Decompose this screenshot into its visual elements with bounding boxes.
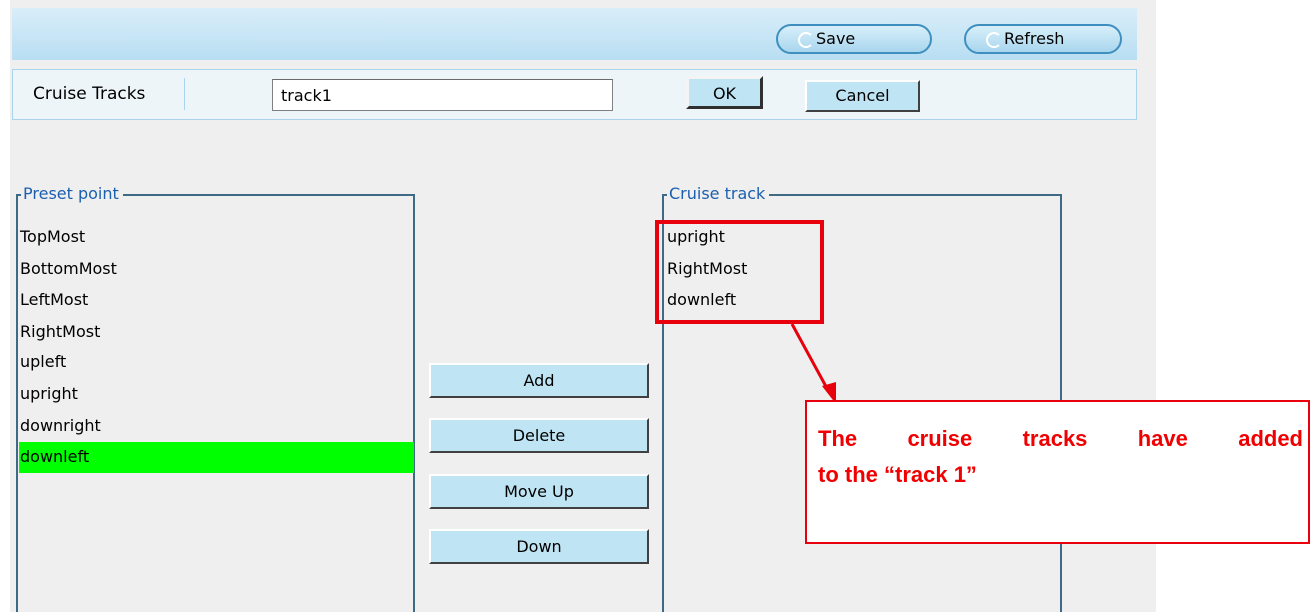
preset-item-upleft[interactable]: upleft (19, 347, 414, 378)
toolbar: Save Refresh (12, 8, 1137, 60)
annotation-arrow (790, 323, 836, 404)
cruise-tracks-row: Cruise Tracks OK Cancel (12, 69, 1137, 120)
cancel-button-label: Cancel (835, 86, 890, 105)
preset-point-group: Preset point TopMost BottomMost LeftMost… (16, 184, 415, 612)
cruise-tracks-label: Cruise Tracks (33, 84, 146, 104)
delete-button-label: Delete (512, 426, 566, 445)
move-down-button-label: Down (516, 537, 562, 556)
move-down-button[interactable]: Down (429, 529, 649, 564)
refresh-button-label: Refresh (1004, 29, 1065, 48)
ok-button-label: OK (712, 84, 737, 103)
preset-item-upright[interactable]: upright (19, 379, 414, 410)
refresh-spin-icon (798, 32, 814, 48)
preset-item-rightmost[interactable]: RightMost (19, 317, 414, 348)
save-button-label: Save (816, 29, 856, 48)
annotation-callout: The cruise tracks have added to the “tra… (805, 400, 1310, 544)
preset-item-topmost[interactable]: TopMost (19, 222, 414, 253)
add-button-label: Add (523, 371, 555, 390)
annotation-line-2: to the “track 1” (818, 462, 977, 487)
move-up-button[interactable]: Move Up (429, 474, 649, 509)
annotation-highlight-box (655, 220, 824, 324)
delete-button[interactable]: Delete (429, 418, 649, 453)
track-name-input[interactable] (272, 79, 613, 111)
annotation-line-1: The cruise tracks have added (818, 426, 1303, 451)
cancel-button[interactable]: Cancel (805, 80, 920, 112)
refresh-button[interactable]: Refresh (964, 24, 1122, 54)
save-button[interactable]: Save (776, 24, 932, 54)
preset-item-downleft-selected[interactable]: downleft (19, 442, 414, 473)
preset-point-legend: Preset point (21, 184, 123, 204)
preset-item-leftmost[interactable]: LeftMost (19, 285, 414, 316)
ok-button[interactable]: OK (686, 76, 763, 109)
refresh-spin-icon (986, 32, 1002, 48)
cruise-track-legend: Cruise track (667, 184, 770, 204)
cruise-tracks-caption: Cruise Tracks (21, 78, 185, 110)
preset-item-bottommost[interactable]: BottomMost (19, 254, 414, 285)
preset-item-downright[interactable]: downright (19, 411, 414, 442)
move-up-button-label: Move Up (504, 482, 574, 501)
add-button[interactable]: Add (429, 363, 649, 398)
